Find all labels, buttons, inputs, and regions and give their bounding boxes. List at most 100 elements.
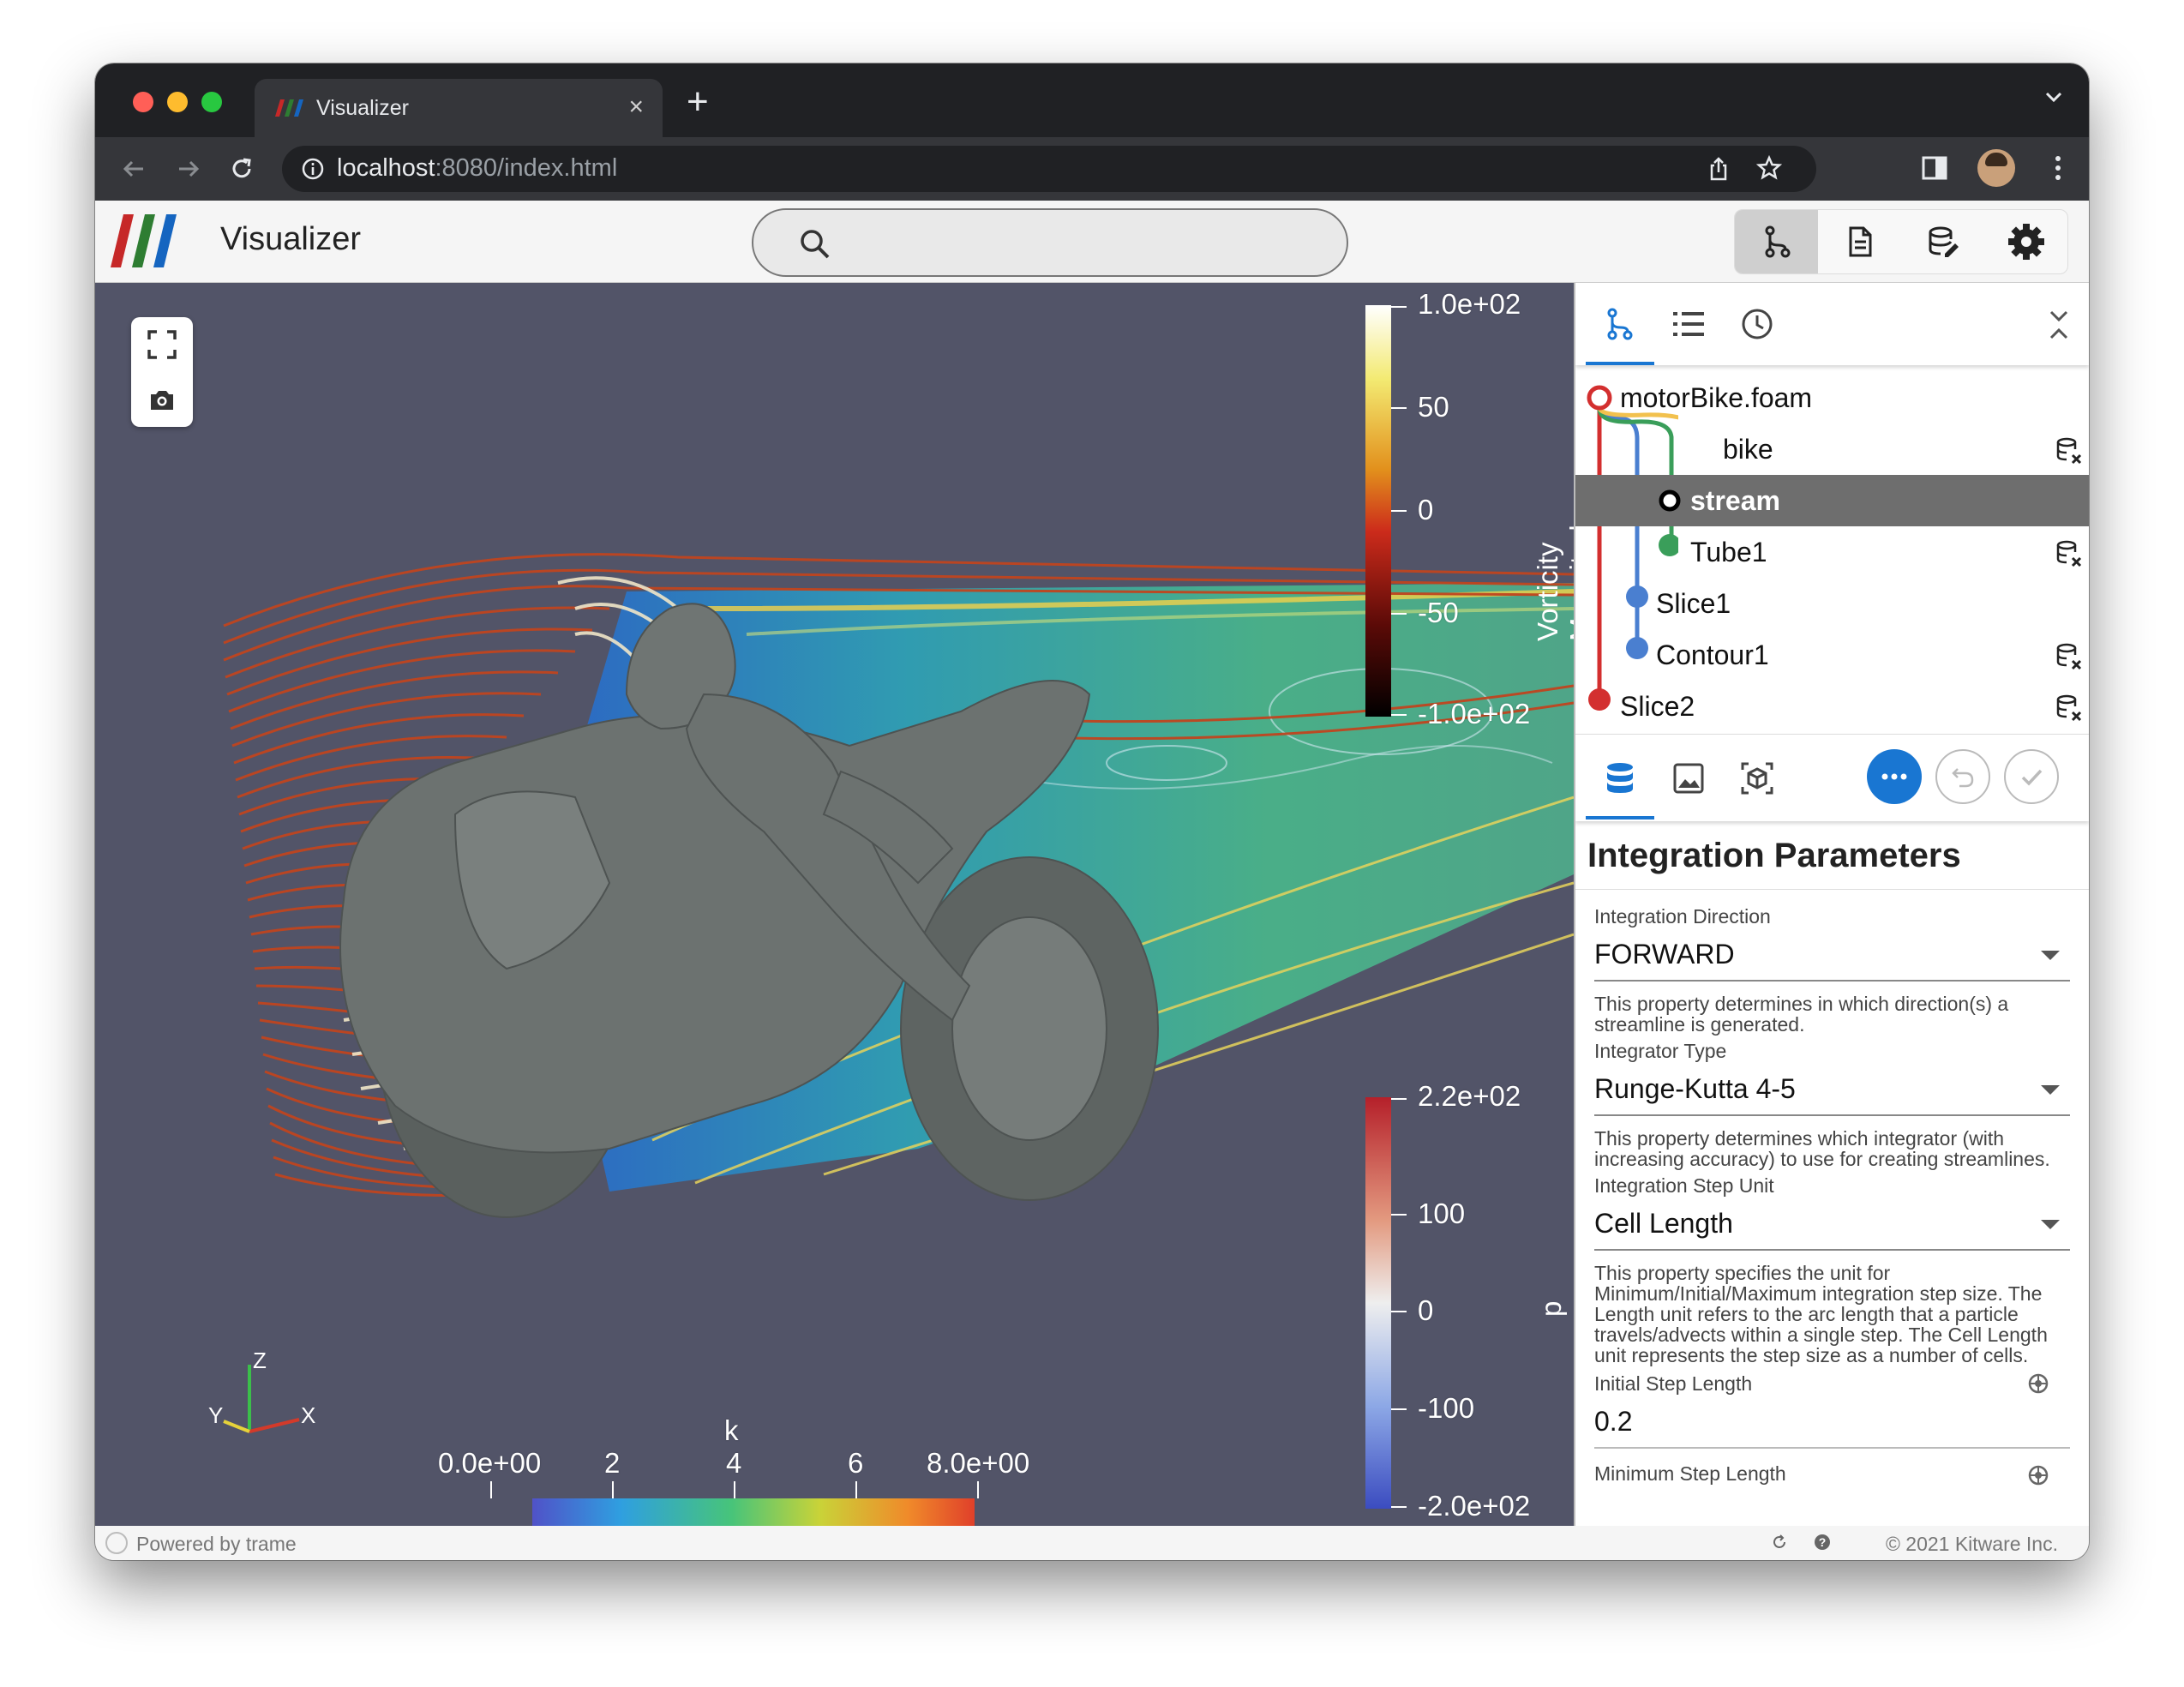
reset-camera-button[interactable]	[131, 317, 193, 372]
pipeline-item-stream[interactable]: stream	[1575, 475, 2089, 526]
vorticity-tick-1: 50	[1418, 391, 1449, 423]
k-tick-1: 2	[604, 1447, 621, 1479]
integrator-type-value: Runge-Kutta 4-5	[1594, 1073, 1796, 1104]
database-edit-icon	[1929, 226, 1959, 257]
reset-button[interactable]	[1935, 749, 1990, 804]
app-toolbar: Visualizer	[95, 201, 2089, 283]
svg-text:X: X	[301, 1402, 315, 1428]
apply-button[interactable]	[2004, 749, 2059, 804]
tab-search-chevron-icon[interactable]	[2043, 86, 2065, 108]
back-arrow-icon[interactable]	[119, 154, 148, 183]
hide-data-icon[interactable]	[2055, 641, 2084, 670]
pressure-tick-3: -100	[1418, 1392, 1475, 1424]
integration-direction-label: Integration Direction	[1594, 905, 1771, 928]
tab-pipeline[interactable]	[1586, 283, 1654, 365]
vorticity-colorbar-title: Vorticity Magnitude	[1532, 508, 1574, 641]
hide-data-icon[interactable]	[2055, 538, 2084, 567]
file-view-button[interactable]	[1818, 210, 1901, 273]
reload-icon[interactable]	[227, 154, 256, 183]
vorticity-tick-2: 0	[1418, 494, 1434, 525]
share-icon[interactable]	[1707, 156, 1731, 182]
pipeline-branch-icon	[1607, 308, 1633, 340]
browser-menu-icon[interactable]	[2053, 154, 2063, 182]
step-unit-label: Integration Step Unit	[1594, 1174, 1774, 1197]
browser-tab[interactable]: Visualizer ×	[255, 79, 663, 137]
integration-direction-select[interactable]: FORWARD	[1594, 928, 2070, 982]
hide-data-icon[interactable]	[2055, 435, 2084, 465]
tab-data-properties[interactable]	[1586, 737, 1654, 819]
render-viewport[interactable]: Z X Y 1.0e+02 50 0 -50 -1.0e+02 Vorticit…	[95, 283, 1574, 1526]
vorticity-tick-4: -1.0e+02	[1418, 698, 1531, 729]
gear-icon	[2007, 224, 2044, 260]
pressure-tick-2: 0	[1418, 1294, 1434, 1326]
k-colorbar	[532, 1498, 975, 1526]
svg-text:?: ?	[1819, 1535, 1827, 1549]
pressure-colorbar	[1365, 1097, 1391, 1509]
pipeline-item-contour1[interactable]: Contour1	[1575, 629, 2089, 681]
profile-avatar[interactable]	[1977, 149, 2015, 187]
pipeline-item-slice2[interactable]: Slice2	[1575, 681, 2089, 732]
integration-direction-value: FORWARD	[1594, 939, 1735, 970]
initial-step-input[interactable]: 0.2	[1594, 1396, 2070, 1449]
browser-tab-bar: Visualizer × +	[95, 63, 2089, 137]
search-field[interactable]	[752, 208, 1348, 277]
pressure-colorbar-title: p	[1535, 1300, 1567, 1317]
step-unit-help: This property specifies the unit for Min…	[1594, 1262, 2048, 1366]
pipeline-branch-icon	[1765, 225, 1790, 258]
pipeline-item-bike[interactable]: bike	[1575, 423, 2089, 475]
initial-step-value: 0.2	[1594, 1406, 1633, 1437]
pipeline-item-label: Slice1	[1656, 588, 1731, 619]
bookmark-star-icon[interactable]	[1756, 155, 1782, 181]
vorticity-colorbar	[1365, 305, 1391, 717]
pipeline-item-label: Tube1	[1690, 537, 1767, 567]
orientation-axes: Z X Y	[208, 1348, 315, 1433]
integration-direction-help: This property determines in which direct…	[1594, 993, 2009, 1036]
pipeline-item-label: Slice2	[1620, 691, 1695, 722]
step-unit-select[interactable]: Cell Length	[1594, 1198, 2070, 1251]
screenshot-button[interactable]	[131, 372, 193, 427]
tab-view-properties[interactable]	[1723, 737, 1791, 819]
k-tick-0: 0.0e+00	[438, 1447, 542, 1479]
pipeline-tree: motorBike.foam bike stream Tube1 Slice1 …	[1575, 365, 2089, 734]
pressure-tick-0: 2.2e+02	[1418, 1080, 1521, 1112]
network-reset-icon[interactable]	[2027, 1372, 2049, 1395]
search-icon	[801, 230, 830, 259]
integrator-type-select[interactable]: Runge-Kutta 4-5	[1594, 1063, 2070, 1116]
k-tick-3: 6	[848, 1447, 864, 1479]
tab-outline[interactable]	[1654, 283, 1723, 365]
more-options-button[interactable]	[1867, 749, 1922, 804]
pipeline-item-motorbike-foam[interactable]: motorBike.foam	[1575, 372, 2089, 423]
maximize-window-button[interactable]	[201, 92, 222, 112]
tab-history[interactable]	[1723, 283, 1791, 365]
network-reset-icon[interactable]	[2027, 1464, 2049, 1486]
pipeline-item-label: motorBike.foam	[1620, 382, 1813, 413]
tab-display-properties[interactable]	[1654, 737, 1723, 819]
settings-button[interactable]	[1984, 210, 2067, 273]
check-icon	[2021, 769, 2043, 786]
properties-form: Integration Direction FORWARD This prope…	[1575, 905, 2089, 1486]
minimize-window-button[interactable]	[167, 92, 188, 112]
dropdown-arrow-icon	[2041, 951, 2060, 960]
pipeline-item-tube1[interactable]: Tube1	[1575, 526, 2089, 578]
new-tab-button[interactable]: +	[687, 81, 709, 123]
address-bar[interactable]: localhost:8080/index.html	[282, 146, 1816, 192]
list-icon	[1673, 312, 1704, 336]
document-icon	[1849, 226, 1871, 257]
side-panel-icon[interactable]	[1921, 154, 1948, 182]
site-info-icon[interactable]	[301, 157, 325, 181]
pipeline-item-slice1[interactable]: Slice1	[1575, 578, 2089, 629]
vorticity-tick-0: 1.0e+02	[1418, 288, 1521, 320]
status-spinner-icon	[105, 1532, 128, 1554]
sync-icon[interactable]	[1770, 1533, 1789, 1552]
cube-view-icon	[1741, 762, 1773, 794]
close-window-button[interactable]	[133, 92, 153, 112]
help-icon[interactable]: ?	[1813, 1533, 1832, 1552]
pipeline-view-button[interactable]	[1735, 210, 1818, 273]
hide-data-icon[interactable]	[2055, 693, 2084, 722]
pressure-tick-4: -2.0e+02	[1418, 1490, 1531, 1522]
forward-arrow-icon[interactable]	[174, 154, 203, 183]
data-edit-button[interactable]	[1901, 210, 1984, 273]
cfd-scene-render: Z X Y	[208, 305, 1574, 1526]
tab-close-icon[interactable]: ×	[628, 93, 644, 122]
collapse-panel-icon[interactable]	[2048, 309, 2070, 341]
